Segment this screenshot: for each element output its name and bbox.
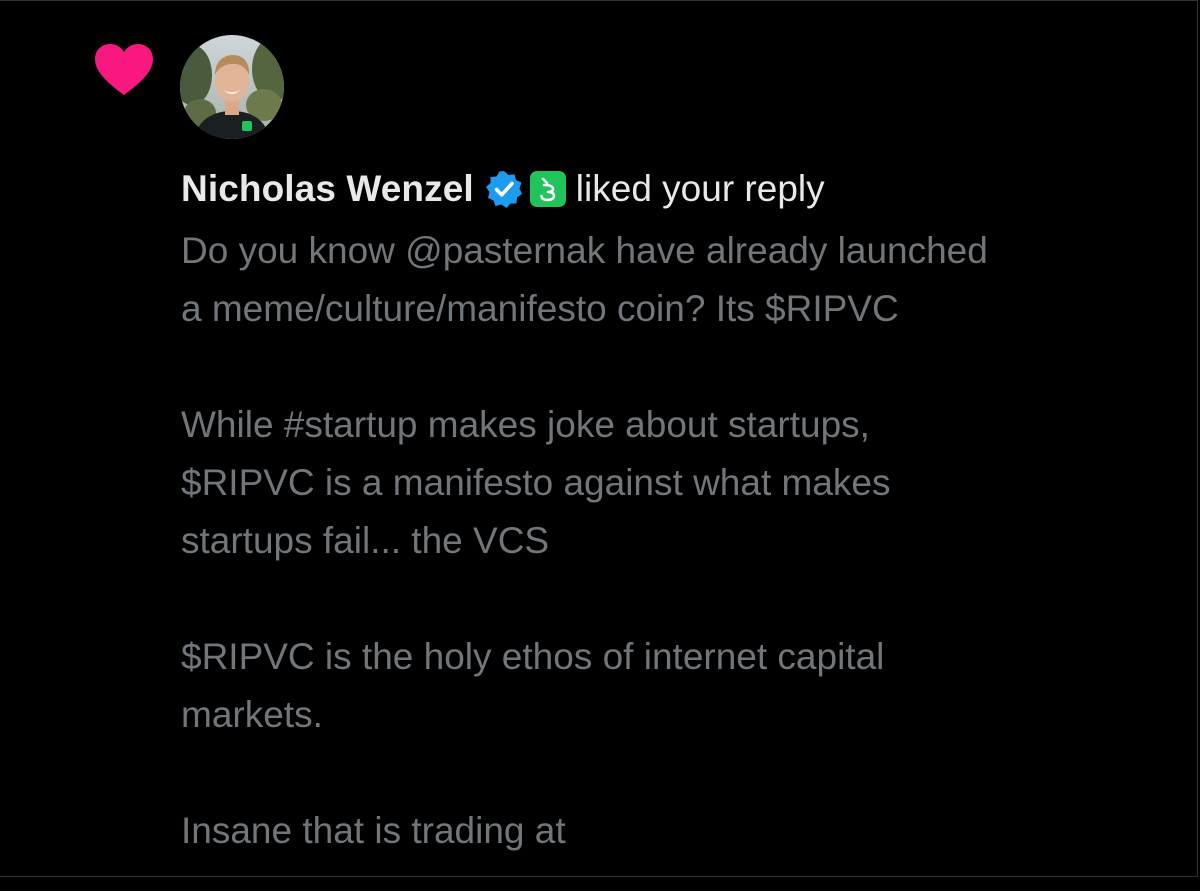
affiliate-glyph-icon <box>539 177 556 202</box>
avatar-photo <box>180 35 284 139</box>
reply-line: startups fail... the VCS <box>181 520 550 561</box>
reply-blank-line <box>181 744 1181 802</box>
reply-line: markets. <box>181 694 323 735</box>
reply-line: $RIPVC is the holy ethos of internet cap… <box>181 636 885 677</box>
like-notification[interactable]: Nicholas Wenzel liked your reply Do you … <box>0 0 1200 877</box>
verified-badge-icon <box>485 171 522 208</box>
author-name[interactable]: Nicholas Wenzel <box>181 164 474 214</box>
heart-icon <box>95 44 153 95</box>
avatar[interactable] <box>180 35 284 139</box>
reply-line: While #startup makes joke about startups… <box>181 404 870 445</box>
reply-line: a meme/culture/manifesto coin? Its $RIPV… <box>181 288 899 329</box>
reply-line: Insane that is trading at <box>181 810 566 851</box>
reply-text[interactable]: Do you know @pasternak have already laun… <box>181 222 1181 860</box>
reply-line: $RIPVC is a manifesto against what makes <box>181 462 891 503</box>
reply-blank-line <box>181 338 1181 396</box>
action-text: liked your reply <box>575 168 825 209</box>
notification-header: Nicholas Wenzel liked your reply <box>181 164 825 214</box>
reply-blank-line <box>181 570 1181 628</box>
affiliate-logo-icon[interactable] <box>529 171 566 207</box>
reply-line: Do you know @pasternak have already laun… <box>181 230 988 271</box>
